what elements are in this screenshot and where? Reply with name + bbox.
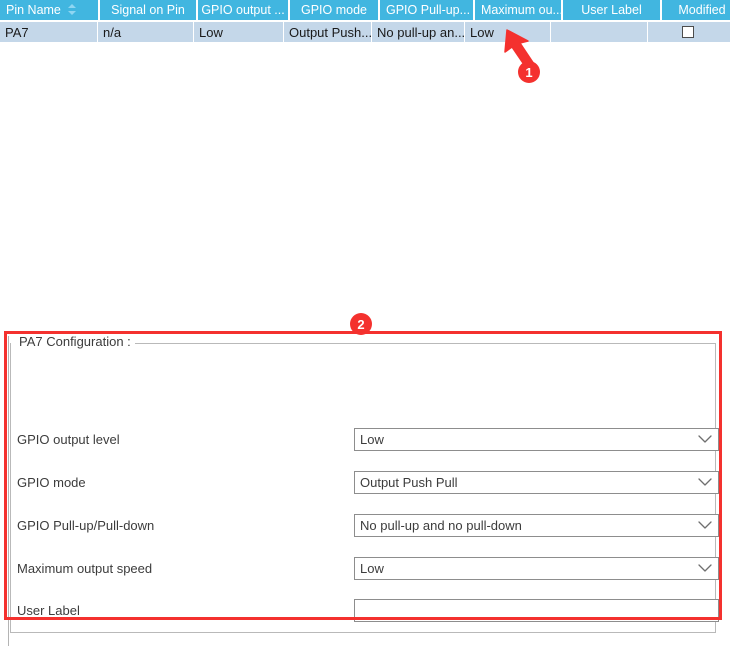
table-header-pin_name[interactable]: Pin Name bbox=[0, 0, 98, 20]
configuration-group-title: PA7 Configuration : bbox=[17, 334, 135, 349]
combobox-gpio-pull-up-pull-down[interactable]: No pull-up and no pull-down bbox=[354, 514, 719, 537]
table-header-label: Pin Name bbox=[6, 3, 61, 17]
configuration-groupbox: PA7 Configuration : GPIO output level Low… bbox=[10, 334, 719, 633]
table-header-gpio_output[interactable]: GPIO output ... bbox=[198, 0, 288, 20]
modified-checkbox[interactable] bbox=[682, 26, 694, 38]
combobox-selected-value: Output Push Pull bbox=[360, 475, 458, 490]
table-cell-text: Low bbox=[470, 24, 494, 40]
user-label-input[interactable] bbox=[355, 600, 718, 621]
table-header-label: Maximum ou... bbox=[481, 3, 561, 17]
table-header-label: GPIO Pull-up... bbox=[386, 3, 471, 17]
table-cell-text: No pull-up an... bbox=[377, 24, 465, 40]
pin-table: Pin Name Signal on Pin GPIO output ... GPIO… bbox=[0, 0, 730, 44]
table-header-gpio_mode[interactable]: GPIO mode bbox=[290, 0, 378, 20]
table-cell-max_output[interactable]: Low bbox=[465, 22, 551, 42]
table-cell-modified[interactable] bbox=[648, 22, 728, 42]
form-field-label: GPIO output level bbox=[17, 432, 120, 447]
combobox-selected-value: Low bbox=[360, 432, 384, 447]
chevron-down-icon[interactable] bbox=[692, 429, 718, 450]
table-header-user_label[interactable]: User Label bbox=[563, 0, 660, 20]
form-row: GPIO Pull-up/Pull-down No pull-up and no … bbox=[11, 514, 719, 538]
table-header-signal_on_pin[interactable]: Signal on Pin bbox=[100, 0, 196, 20]
table-cell-text: Output Push... bbox=[289, 24, 372, 40]
table-cell-text: PA7 bbox=[5, 24, 29, 40]
table-header-row: Pin Name Signal on Pin GPIO output ... GPIO… bbox=[0, 0, 730, 22]
table-bottom-divider bbox=[0, 44, 730, 45]
table-row[interactable]: PA7 n/a Low Output Push... No pull-up an... L… bbox=[0, 22, 730, 42]
user-label-input-wrapper[interactable] bbox=[354, 599, 719, 622]
table-header-label: User Label bbox=[581, 3, 642, 17]
form-field-label: Maximum output speed bbox=[17, 561, 153, 576]
table-header-label: Modified bbox=[678, 3, 726, 17]
sort-ascending-icon bbox=[67, 3, 77, 17]
form-row: GPIO output level Low bbox=[11, 428, 719, 452]
table-header-label: GPIO mode bbox=[301, 3, 367, 17]
table-header-gpio_pullup[interactable]: GPIO Pull-up... bbox=[380, 0, 473, 20]
table-cell-pin_name[interactable]: PA7 bbox=[0, 22, 98, 42]
chevron-down-icon[interactable] bbox=[692, 515, 718, 536]
annotation-badge-1: 1 bbox=[518, 61, 540, 83]
chevron-down-icon[interactable] bbox=[692, 472, 718, 493]
chevron-down-icon[interactable] bbox=[692, 558, 718, 579]
combobox-gpio-mode[interactable]: Output Push Pull bbox=[354, 471, 719, 494]
table-header-label: Signal on Pin bbox=[111, 3, 185, 17]
table-cell-text: n/a bbox=[103, 24, 122, 40]
annotation-badge-2: 2 bbox=[350, 313, 372, 335]
combobox-selected-value: No pull-up and no pull-down bbox=[360, 518, 522, 533]
pin-configuration-panel: PA7 Configuration : GPIO output level Low… bbox=[8, 334, 722, 646]
table-header-modified[interactable]: Modified bbox=[662, 0, 730, 20]
table-cell-user_label[interactable] bbox=[551, 22, 648, 42]
form-field-label: GPIO mode bbox=[17, 475, 86, 490]
form-field-label: User Label bbox=[17, 603, 80, 618]
form-row: GPIO mode Output Push Pull bbox=[11, 471, 719, 495]
table-cell-signal_on_pin[interactable]: n/a bbox=[98, 22, 194, 42]
table-cell-gpio_mode[interactable]: Output Push... bbox=[284, 22, 372, 42]
form-field-label: GPIO Pull-up/Pull-down bbox=[17, 518, 155, 533]
combobox-maximum-output-speed[interactable]: Low bbox=[354, 557, 719, 580]
table-header-label: GPIO output ... bbox=[201, 3, 285, 17]
combobox-selected-value: Low bbox=[360, 561, 384, 576]
table-body: PA7 n/a Low Output Push... No pull-up an... L… bbox=[0, 22, 730, 44]
form-row: User Label bbox=[11, 599, 719, 623]
table-cell-text: Low bbox=[199, 24, 223, 40]
table-cell-gpio_output[interactable]: Low bbox=[194, 22, 284, 42]
combobox-gpio-output-level[interactable]: Low bbox=[354, 428, 719, 451]
table-cell-gpio_pullup[interactable]: No pull-up an... bbox=[372, 22, 465, 42]
form-row: Maximum output speed Low bbox=[11, 557, 719, 581]
table-header-max_output[interactable]: Maximum ou... bbox=[475, 0, 561, 20]
